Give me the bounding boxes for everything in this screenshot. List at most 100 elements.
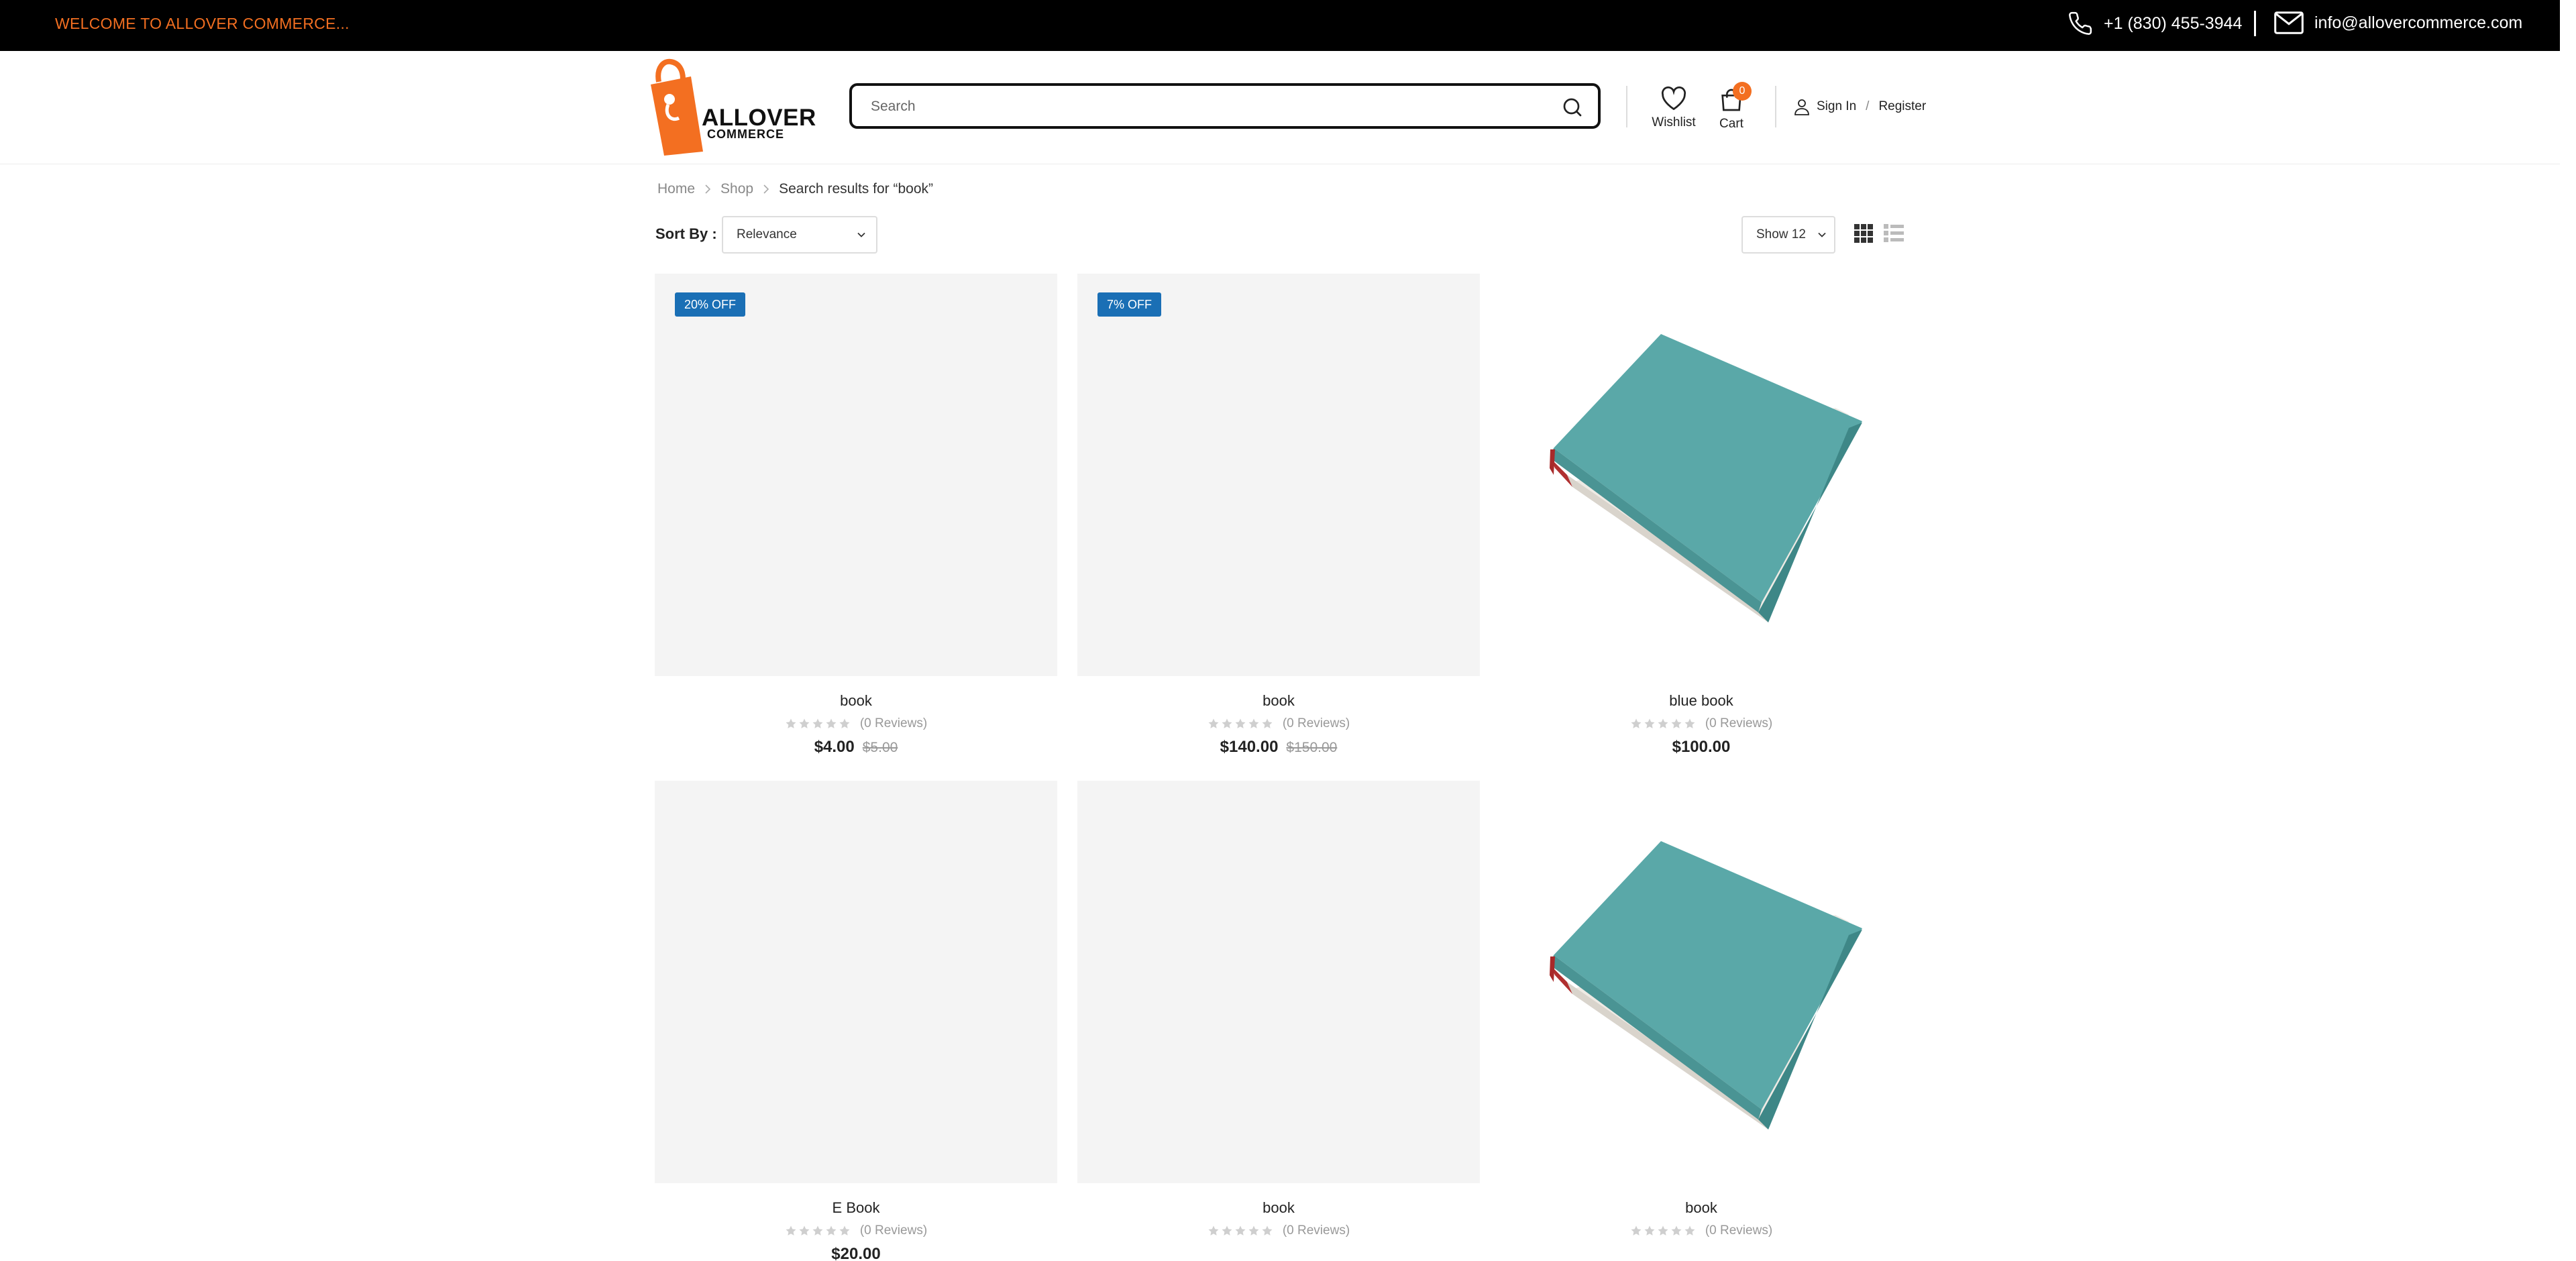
product-image[interactable]: [655, 274, 1057, 676]
product-rating: (0 Reviews): [1077, 1223, 1480, 1238]
star-icon: [799, 718, 810, 728]
product-image[interactable]: [1500, 781, 1902, 1183]
header-divider: [1775, 86, 1776, 127]
star-icon: [1684, 1225, 1695, 1236]
account-separator: /: [1866, 99, 1870, 113]
product-rating: (0 Reviews): [1500, 1223, 1902, 1238]
current-price: $140.00: [1220, 738, 1279, 756]
star-icon: [1671, 1225, 1682, 1236]
star-icon: [1235, 1225, 1246, 1236]
star-icon: [1631, 718, 1642, 728]
product-name[interactable]: book: [655, 692, 1057, 710]
rating-stars: [1208, 1225, 1273, 1237]
search-input[interactable]: [869, 94, 1543, 119]
star-icon: [1631, 1225, 1642, 1236]
sort-by-label: Sort By :: [655, 225, 717, 242]
grid-view-icon[interactable]: [1854, 224, 1873, 243]
per-page-select-value: Show 12: [1756, 227, 1806, 241]
chevron-down-icon: [857, 232, 865, 237]
star-icon: [1644, 1225, 1655, 1236]
review-count[interactable]: (0 Reviews): [1283, 716, 1350, 731]
product-price: $100.00: [1500, 738, 1902, 757]
star-icon: [839, 718, 850, 728]
review-count[interactable]: (0 Reviews): [1705, 1223, 1772, 1238]
star-icon: [786, 1225, 796, 1236]
phone-number: +1 (830) 455-3944: [2104, 13, 2243, 33]
list-view-icon[interactable]: [1884, 224, 1904, 243]
cart-count-badge: 0: [1733, 82, 1752, 101]
rating-stars: [785, 1225, 851, 1237]
product-rating: (0 Reviews): [655, 1223, 1057, 1238]
current-price: $100.00: [1672, 738, 1731, 756]
star-icon: [1248, 718, 1259, 728]
product-name[interactable]: book: [1077, 1199, 1480, 1217]
old-price: $5.00: [862, 740, 898, 755]
product-image[interactable]: [1500, 274, 1902, 676]
star-icon: [1262, 718, 1273, 728]
top-bar: WELCOME TO ALLOVER COMMERCE... +1 (830) …: [0, 0, 2560, 51]
phone-icon: [2069, 11, 2092, 35]
email-address: info@allovercommerce.com: [2314, 13, 2523, 32]
sign-in-link[interactable]: Sign In: [1817, 99, 1856, 114]
rating-stars: [785, 718, 851, 730]
user-icon: [1794, 99, 1809, 115]
sort-select[interactable]: Relevance: [722, 216, 877, 254]
logo-text-commerce: COMMERCE: [707, 127, 784, 141]
review-count[interactable]: (0 Reviews): [860, 1223, 927, 1238]
search-icon[interactable]: [1560, 95, 1585, 119]
email-contact[interactable]: info@allovercommerce.com: [2274, 11, 2522, 35]
star-icon: [1222, 718, 1232, 728]
star-icon: [1684, 718, 1695, 728]
product-image[interactable]: [655, 781, 1057, 1183]
star-icon: [812, 718, 823, 728]
review-count[interactable]: (0 Reviews): [1283, 1223, 1350, 1238]
phone-contact[interactable]: +1 (830) 455-3944: [2068, 11, 2242, 36]
product-image[interactable]: [1077, 274, 1480, 676]
breadcrumb-shop[interactable]: Shop: [720, 181, 753, 197]
per-page-select[interactable]: Show 12: [1741, 216, 1835, 254]
product-image[interactable]: [1077, 781, 1480, 1183]
star-icon: [1644, 718, 1655, 728]
star-icon: [812, 1225, 823, 1236]
star-icon: [1262, 1225, 1273, 1236]
product-name[interactable]: E Book: [655, 1199, 1057, 1217]
product-name[interactable]: book: [1077, 692, 1480, 710]
rating-stars: [1630, 718, 1696, 730]
chevron-right-icon: [763, 184, 769, 194]
breadcrumb-home[interactable]: Home: [657, 181, 695, 197]
teal-book-image: [1550, 334, 1862, 622]
welcome-text: WELCOME TO ALLOVER COMMERCE...: [55, 15, 350, 32]
star-icon: [839, 1225, 850, 1236]
star-icon: [1208, 718, 1219, 728]
search-box[interactable]: [849, 83, 1601, 129]
product-name[interactable]: blue book: [1500, 692, 1902, 710]
review-count[interactable]: (0 Reviews): [860, 716, 927, 731]
product-price: $4.00 $5.00: [655, 738, 1057, 757]
chevron-right-icon: [705, 184, 711, 194]
rating-stars: [1208, 718, 1273, 730]
breadcrumb-current: Search results for “book”: [779, 181, 934, 197]
star-icon: [1671, 718, 1682, 728]
teal-book-image: [1550, 841, 1862, 1130]
star-icon: [1222, 1225, 1232, 1236]
star-icon: [826, 1225, 837, 1236]
product-name[interactable]: book: [1500, 1199, 1902, 1217]
chevron-down-icon: [1818, 232, 1826, 237]
product-rating: (0 Reviews): [1077, 716, 1480, 731]
breadcrumb: Home Shop Search results for “book”: [657, 181, 933, 197]
product-rating: (0 Reviews): [1500, 716, 1902, 731]
mail-icon: [2274, 11, 2304, 34]
star-icon: [1248, 1225, 1259, 1236]
current-price: $20.00: [831, 1245, 881, 1261]
wishlist-link[interactable]: Wishlist: [1648, 86, 1700, 130]
star-icon: [826, 718, 837, 728]
page: WELCOME TO ALLOVER COMMERCE... +1 (830) …: [0, 0, 2560, 1261]
register-link[interactable]: Register: [1878, 99, 1926, 114]
wishlist-label: Wishlist: [1652, 115, 1696, 129]
discount-badge: 7% OFF: [1097, 292, 1162, 317]
account-links: Sign In / Register: [1794, 98, 1926, 115]
discount-badge: 20% OFF: [675, 292, 746, 317]
sort-select-value: Relevance: [737, 227, 797, 241]
rating-stars: [1630, 1225, 1696, 1237]
review-count[interactable]: (0 Reviews): [1705, 716, 1772, 731]
